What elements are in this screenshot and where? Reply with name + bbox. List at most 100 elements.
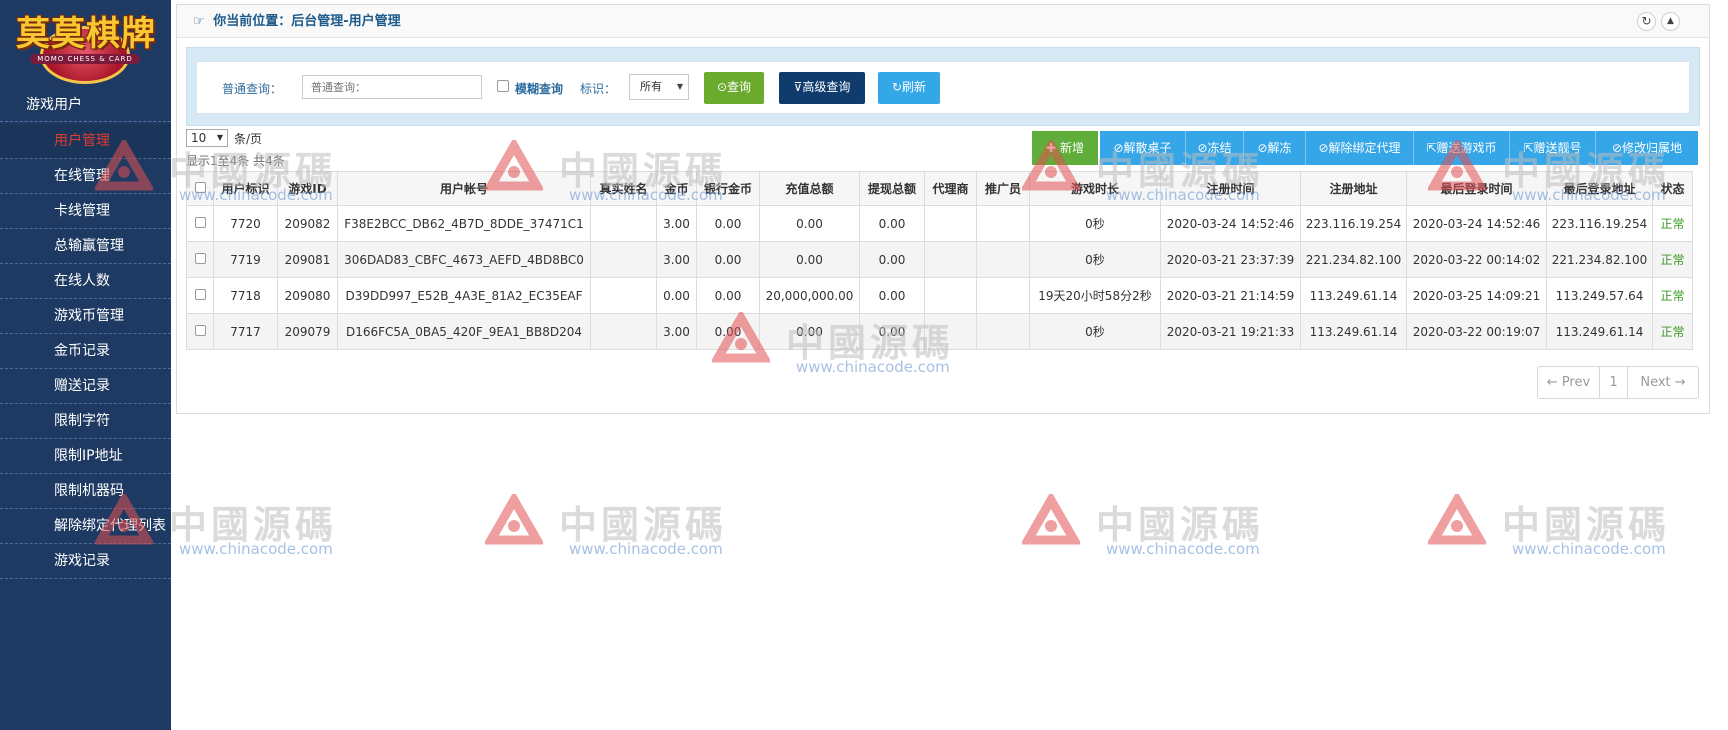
breadcrumb-text: 你当前位置：后台管理-用户管理 [213, 14, 401, 29]
sidebar-item-online-count[interactable]: 在线人数 [0, 264, 171, 299]
table-row[interactable]: 7720 209082 F38E2BCC_DB62_4B7D_8DDE_3747… [186, 205, 1693, 242]
advanced-query-button[interactable]: ⊽高级查询 [779, 72, 865, 104]
gift-vip-number-button[interactable]: ⇱赠送靓号 [1510, 131, 1596, 165]
cell-play-time: 0秒 [1029, 205, 1161, 242]
sidebar-item-gold-records[interactable]: 金币记录 [0, 334, 171, 369]
cell-recharge-total: 20,000,000.00 [759, 277, 860, 314]
cell-register-address: 113.249.61.14 [1300, 313, 1407, 350]
cell-agent [924, 313, 977, 350]
sidebar-item-game-records[interactable]: 游戏记录 [0, 544, 171, 579]
prev-page-button[interactable]: ← Prev [1538, 367, 1600, 398]
sidebar-item-gift-records[interactable]: 赠送记录 [0, 369, 171, 404]
refresh-icon[interactable]: ↻ [1637, 12, 1656, 31]
cell-recharge-total: 0.00 [759, 205, 860, 242]
col-register-address[interactable]: 注册地址 [1300, 171, 1407, 206]
gift-coins-button[interactable]: ⇱赠送游戏币 [1414, 131, 1510, 165]
cell-agent [924, 241, 977, 278]
page-size-unit: 条/页 [234, 132, 263, 146]
col-recharge-total[interactable]: 充值总额 [759, 171, 860, 206]
cell-gold: 3.00 [656, 205, 697, 242]
page-size-select[interactable]: 10 ▼ [186, 129, 228, 147]
row-checkbox[interactable] [186, 313, 214, 350]
col-promoter[interactable]: 推广员 [976, 171, 1030, 206]
cell-gold: 3.00 [656, 241, 697, 278]
fuzzy-query-checkbox[interactable] [497, 80, 509, 92]
sidebar-section-title[interactable]: 游戏用户 [0, 88, 171, 122]
edit-location-button[interactable]: ⊘修改归属地 [1596, 131, 1698, 165]
search-input[interactable] [302, 75, 482, 99]
col-status[interactable]: 状态 [1652, 171, 1693, 206]
search-panel: 普通查询： 模糊查询 标识： 所有 ▼ ⊙查询 ⊽高级查询 ↻刷新 [186, 47, 1700, 126]
cell-agent [924, 277, 977, 314]
col-play-time[interactable]: 游戏时长 [1029, 171, 1161, 206]
cell-recharge-total: 0.00 [759, 313, 860, 350]
col-last-login-address[interactable]: 最后登录地址 [1546, 171, 1653, 206]
sidebar-item-coin-management[interactable]: 游戏币管理 [0, 299, 171, 334]
col-bank-gold[interactable]: 银行金币 [696, 171, 760, 206]
sidebar-item-restricted-ip[interactable]: 限制IP地址 [0, 439, 171, 474]
pagination: ← Prev 1 Next → [1537, 366, 1699, 399]
unfreeze-button[interactable]: ⊘解冻 [1244, 131, 1306, 165]
col-real-name[interactable]: 真实姓名 [590, 171, 657, 206]
page-number-current[interactable]: 1 [1600, 367, 1628, 398]
cell-real-name [590, 241, 657, 278]
sidebar-item-restricted-machine[interactable]: 限制机器码 [0, 474, 171, 509]
query-button[interactable]: ⊙查询 [704, 72, 764, 104]
col-withdraw-total[interactable]: 提现总额 [859, 171, 925, 206]
sidebar-item-user-management[interactable]: 用户管理 [0, 124, 171, 159]
sidebar-item-unbind-agent-list[interactable]: 解除绑定代理列表 [0, 509, 171, 544]
row-checkbox[interactable] [186, 277, 214, 314]
row-checkbox[interactable] [186, 241, 214, 278]
check-circle-icon: ⊘ [1113, 141, 1124, 155]
cell-withdraw-total: 0.00 [859, 277, 925, 314]
col-user-id[interactable]: 用户标识 [213, 171, 278, 206]
chevron-up-icon[interactable]: ▲ [1661, 12, 1680, 31]
sidebar-item-stuck-line[interactable]: 卡线管理 [0, 194, 171, 229]
freeze-button[interactable]: ⊘冻结 [1186, 131, 1244, 165]
check-circle-icon: ⊘ [1318, 141, 1329, 155]
cell-last-login-time: 2020-03-25 14:09:21 [1406, 277, 1547, 314]
cell-account: D39DD997_E52B_4A3E_81A2_EC35EAF [337, 277, 591, 314]
next-page-button[interactable]: Next → [1628, 367, 1698, 398]
cell-promoter [976, 205, 1030, 242]
cell-register-time: 2020-03-21 21:14:59 [1160, 277, 1301, 314]
chevron-down-icon: ▼ [216, 133, 223, 142]
table-row[interactable]: 7718 209080 D39DD997_E52B_4A3E_81A2_EC35… [186, 277, 1693, 314]
table-row[interactable]: 7717 209079 D166FC5A_0BA5_420F_9EA1_BB8D… [186, 313, 1693, 350]
cell-bank-gold: 0.00 [696, 241, 760, 278]
cell-withdraw-total: 0.00 [859, 313, 925, 350]
cell-user-id: 7720 [213, 205, 278, 242]
col-last-login-time[interactable]: 最后登录时间 [1406, 171, 1547, 206]
col-gold[interactable]: 金币 [656, 171, 697, 206]
sidebar-item-restricted-chars[interactable]: 限制字符 [0, 404, 171, 439]
mark-select[interactable]: 所有 ▼ [629, 74, 689, 100]
cell-withdraw-total: 0.00 [859, 241, 925, 278]
unbind-agent-button[interactable]: ⊘解除绑定代理 [1306, 131, 1414, 165]
select-all-checkbox[interactable] [186, 171, 214, 206]
col-agent[interactable]: 代理商 [924, 171, 977, 206]
cell-gold: 3.00 [656, 313, 697, 350]
table-header-row: 用户标识 游戏ID 用户帐号 真实姓名 金币 银行金币 充值总额 提现总额 代理… [186, 171, 1693, 206]
table-row[interactable]: 7719 209081 306DAD83_CBFC_4673_AEFD_4BD8… [186, 241, 1693, 278]
cell-register-time: 2020-03-24 14:52:46 [1160, 205, 1301, 242]
cell-promoter [976, 277, 1030, 314]
cell-register-time: 2020-03-21 23:37:39 [1160, 241, 1301, 278]
refresh-button[interactable]: ↻刷新 [878, 72, 940, 104]
dismiss-table-button[interactable]: ⊘解散桌子 [1100, 131, 1186, 165]
cell-gold: 0.00 [656, 277, 697, 314]
cell-user-id: 7719 [213, 241, 278, 278]
cell-last-login-address: 221.234.82.100 [1546, 241, 1653, 278]
col-game-id[interactable]: 游戏ID [277, 171, 338, 206]
cell-account: F38E2BCC_DB62_4B7D_8DDE_37471C1 [337, 205, 591, 242]
sidebar-menu: 用户管理 在线管理 卡线管理 总输赢管理 在线人数 游戏币管理 金币记录 赠送记… [0, 124, 171, 579]
col-account[interactable]: 用户帐号 [337, 171, 591, 206]
sidebar-item-win-loss[interactable]: 总输赢管理 [0, 229, 171, 264]
col-register-time[interactable]: 注册时间 [1160, 171, 1301, 206]
add-button[interactable]: ✚ 新增 [1032, 131, 1098, 165]
row-checkbox[interactable] [186, 205, 214, 242]
cell-bank-gold: 0.00 [696, 313, 760, 350]
export-icon: ⇱ [1523, 141, 1534, 155]
cell-status: 正常 [1652, 205, 1693, 242]
cell-last-login-time: 2020-03-22 00:14:02 [1406, 241, 1547, 278]
sidebar-item-online-management[interactable]: 在线管理 [0, 159, 171, 194]
